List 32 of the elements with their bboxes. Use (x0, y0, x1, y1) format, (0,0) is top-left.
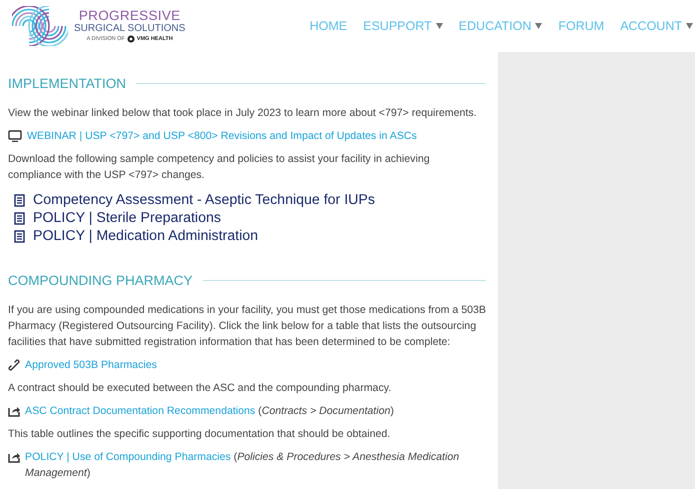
section-heading: IMPLEMENTATION (8, 76, 126, 91)
paragraph: View the webinar linked below that took place in July 2023 to learn more about <797> requirements. (8, 106, 478, 121)
document-icon (14, 212, 25, 224)
nav-link[interactable]: HOME (302, 19, 356, 33)
share-icon (8, 451, 20, 463)
link[interactable]: ASC Contract Documentation Recommendations (25, 405, 256, 417)
document-link[interactable]: POLICY | Sterile Preparations (33, 210, 221, 226)
share-icon (8, 405, 20, 417)
nav-link[interactable]: ACCOUNT (612, 19, 695, 33)
document-link[interactable]: Competency Assessment - Aseptic Technique for IUPs (33, 192, 375, 208)
paragraph: This table outlines the specific supporting documentation that should be obtained. (8, 427, 392, 442)
paragraph: Download the following sample competency and policies to assist your facility in achieving compliance with the USP <797> changes. (8, 152, 431, 183)
link[interactable]: Approved 503B Pharmacies (25, 357, 157, 373)
paragraph: A contract should be executed between the ASC and the compounding pharmacy. (8, 381, 392, 396)
logo-icon (12, 6, 68, 46)
link-with-path: POLICY | Use of Compounding Pharmacies (Policies & Procedures > Anesthesia Medication Management) (25, 450, 460, 481)
document-link[interactable]: POLICY | Medication Administration (33, 228, 258, 244)
link[interactable]: POLICY | Use of Compounding Pharmacies (25, 451, 231, 463)
paragraph: If you are using compounded medications in your facility, you must get those medications from a 503B Pharmacy (Registered Outsourcing Facility). Click the link below for a table that lists the outsourcing facilities that have submitted registration information that has been determined to be complete: (8, 303, 486, 350)
nav-link[interactable]: FORUM (550, 19, 612, 33)
nav-link[interactable]: EDUCATION (450, 19, 550, 33)
section-heading: COMPOUNDING PHARMACY (8, 273, 193, 288)
monitor-icon (8, 130, 22, 142)
link-icon (8, 359, 20, 371)
link[interactable]: WEBINAR | USP <797> and USP <800> Revisions and Impact of Updates in ASCs (27, 128, 417, 144)
nav-link[interactable]: ESUPPORT (355, 19, 451, 33)
link-with-path: ASC Contract Documentation Recommendations (Contracts > Documentation) (25, 404, 394, 419)
document-icon (14, 230, 25, 242)
logo-subtitle: SURGICAL SOLUTIONS (74, 22, 186, 34)
partner-logo-icon (126, 35, 135, 43)
document-icon (14, 194, 25, 206)
logo-title: PROGRESSIVE (78, 8, 180, 22)
